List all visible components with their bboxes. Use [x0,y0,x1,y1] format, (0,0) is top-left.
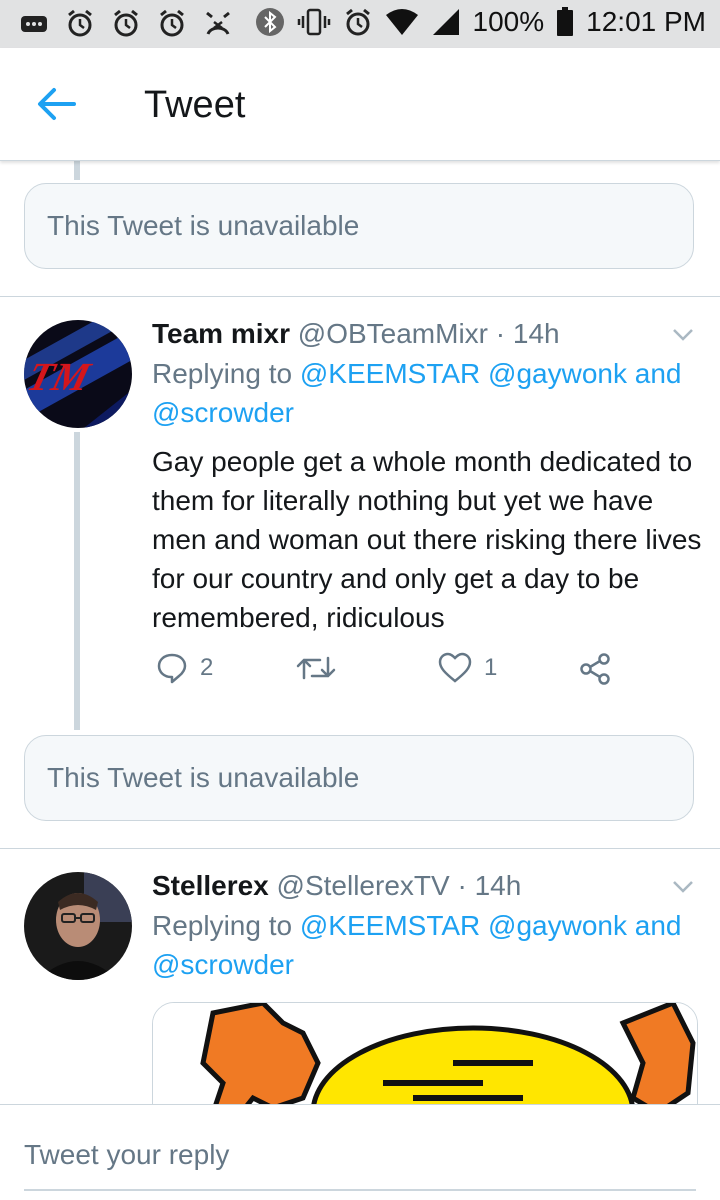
tweet-time[interactable]: 14h [475,870,522,901]
heart-icon [438,652,472,683]
back-arrow-icon[interactable] [36,86,76,122]
mention-link[interactable]: @KEEMSTAR [300,358,480,389]
replying-prefix: Replying to [152,910,293,941]
mention-link[interactable]: @KEEMSTAR [300,910,480,941]
and-word[interactable]: and [635,910,682,941]
and-word[interactable]: and [635,358,682,389]
chevron-down-icon[interactable] [672,328,694,342]
bluetooth-icon [255,8,284,36]
share-button[interactable] [578,652,612,686]
tweet[interactable]: Stellerex @StellerexTV · 14h Replying to… [152,866,702,984]
status-bar: 100% 12:01 PM [0,0,720,48]
avatar[interactable] [24,872,132,980]
reply-button[interactable]: 2 [156,652,213,684]
retweet-icon [296,656,336,680]
unavailable-tweet-card[interactable]: This Tweet is unavailable [24,183,694,269]
battery-percent: 100% [472,6,545,37]
thread-connector [74,160,80,180]
tweet-actions: 2 1 [152,652,632,692]
alarm-icon [68,9,92,37]
reply-composer[interactable]: Tweet your reply [0,1104,720,1200]
chevron-down-icon[interactable] [672,880,694,894]
author-name[interactable]: Team mixr [152,318,290,349]
thread-connector [74,432,80,730]
replying-prefix: Replying to [152,358,293,389]
reply-input[interactable]: Tweet your reply [24,1139,229,1171]
status-time: 12:01 PM [586,6,706,37]
separator-dot: · [495,318,506,349]
vibrate-icon [297,8,330,36]
retweet-button[interactable] [296,652,348,684]
reply-icon [157,653,187,684]
tweet-time[interactable]: 14h [513,318,560,349]
like-button[interactable]: 1 [438,652,497,684]
unavailable-tweet-card[interactable]: This Tweet is unavailable [24,735,694,821]
mention-link[interactable]: @gaywonk [488,358,627,389]
author-handle[interactable]: @StellerexTV [277,870,450,901]
like-count: 1 [484,654,498,681]
notification-dots-icon [21,16,47,32]
reply-count: 2 [200,654,214,681]
wifi-icon [385,9,418,35]
mention-link[interactable]: @scrowder [152,397,294,428]
status-notifications [20,8,232,38]
alarm-icon [345,8,370,36]
mention-link[interactable]: @scrowder [152,949,294,980]
status-system: 100% 12:01 PM [255,6,706,38]
separator-dot: · [457,870,467,901]
input-underline [24,1189,696,1191]
author-name[interactable]: Stellerex [152,870,269,901]
author-handle[interactable]: @OBTeamMixr [298,318,488,349]
missed-alarm-icon [206,11,230,35]
unavailable-text: This Tweet is unavailable [47,762,360,793]
alarm-icon [160,9,184,37]
divider [0,296,720,297]
replying-to: Replying to @KEEMSTAR @gaywonk and @scro… [152,906,702,984]
share-icon [580,653,610,685]
divider [0,848,720,849]
unavailable-text: This Tweet is unavailable [47,210,360,241]
page-title: Tweet [144,84,246,126]
mention-link[interactable]: @gaywonk [488,910,627,941]
alarm-icon [114,9,138,37]
tweet-text: Gay people get a whole month dedicated t… [152,446,702,633]
signal-icon [432,9,459,35]
tweet[interactable]: Team mixr @OBTeamMixr · 14h Replying to … [152,314,702,637]
replying-to: Replying to @KEEMSTAR @gaywonk and @scro… [152,354,702,432]
battery-icon [557,7,574,36]
avatar[interactable]: TM [24,320,132,428]
top-app-bar: Tweet [0,48,720,161]
